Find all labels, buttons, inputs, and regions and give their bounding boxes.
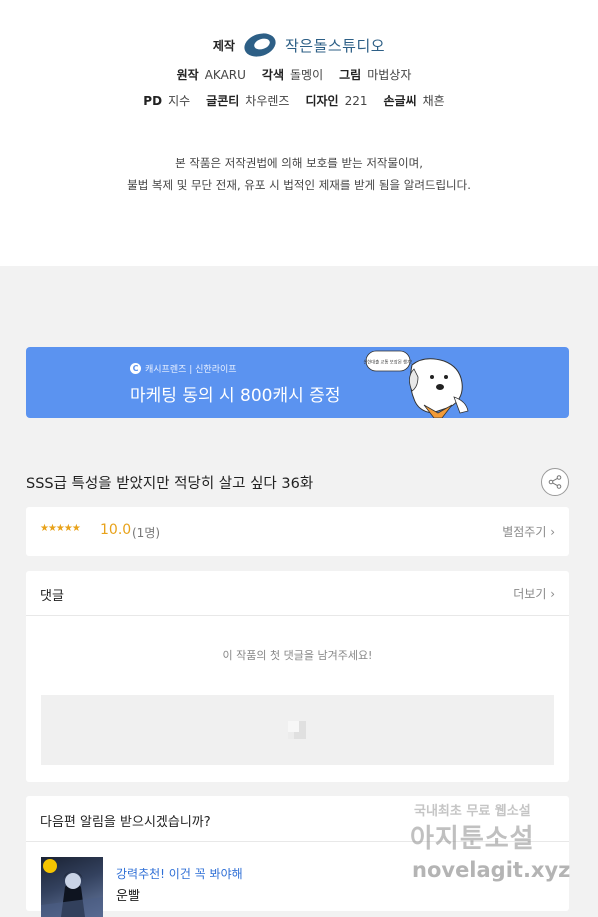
art-value: 마법상자 xyxy=(367,68,412,82)
recommendation-label[interactable]: 강력추천! 이건 꼭 봐야해 xyxy=(116,865,243,882)
lettering-label: 손글씨 xyxy=(383,94,417,108)
rating-card: ★★★★★ 10.0 (1명) 별점주기 › xyxy=(26,507,569,556)
comments-title: 댓글 xyxy=(40,589,64,604)
next-episode-question: 다음편 알림을 받으시겠습니까? xyxy=(40,815,211,830)
comments-card: 댓글 더보기 › 이 작품의 첫 댓글을 남겨주세요! xyxy=(26,571,569,782)
original-label: 원작 xyxy=(176,68,199,82)
cashfriends-icon: C xyxy=(130,363,141,374)
comment-placeholder-icon xyxy=(288,721,306,739)
divider xyxy=(26,841,569,842)
credits-section: 제작 작은돌스튜디오 원작 AKARU 각색 돌멩이 그림 마법상자 PD 지수… xyxy=(0,0,598,266)
rate-button[interactable]: 별점주기 › xyxy=(502,523,555,540)
comment-input-area[interactable] xyxy=(41,695,554,765)
recommendation-thumbnail[interactable] xyxy=(41,857,103,917)
episode-title: SSS급 특성을 받았지만 적당히 살고 싶다 36화 xyxy=(26,476,314,492)
studio-label: 제작 xyxy=(212,38,235,53)
next-episode-card: 다음편 알림을 받으시겠습니까? 강력추천! 이건 꼭 봐야해 운빨 xyxy=(26,796,569,917)
studio-row: 제작 작은돌스튜디오 xyxy=(0,32,598,58)
storyboard-label: 글콘티 xyxy=(206,94,240,108)
art-label: 그림 xyxy=(339,68,362,82)
design-label: 디자인 xyxy=(305,94,339,108)
badge-icon xyxy=(43,859,57,873)
pd-label: PD xyxy=(143,93,163,108)
credit-line-1: 원작 AKARU 각색 돌멩이 그림 마법상자 xyxy=(0,66,598,83)
recommendation-title[interactable]: 운빨 xyxy=(116,885,140,904)
share-button[interactable] xyxy=(541,468,569,496)
pd-value: 지수 xyxy=(168,94,191,108)
banner-brand: C 캐시프렌즈 | 신한라이프 xyxy=(130,362,237,375)
episode-title-row: SSS급 특성을 받았지만 적당히 살고 싶다 36화 xyxy=(26,468,569,498)
banner-headline: 마케팅 동의 시 800캐시 증정 xyxy=(130,386,341,406)
adaptation-value: 돌멩이 xyxy=(290,68,324,82)
credit-line-2: PD 지수 글콘티 차우렌즈 디자인 221 손글씨 채흔 xyxy=(0,92,598,109)
adaptation-label: 각색 xyxy=(261,68,284,82)
comments-empty-message: 이 작품의 첫 댓글을 남겨주세요! xyxy=(222,649,373,662)
ad-banner[interactable]: C 캐시프렌즈 | 신한라이프 마케팅 동의 시 800캐시 증정 신한대출 교… xyxy=(26,347,569,418)
comments-header: 댓글 더보기 › xyxy=(26,571,569,616)
design-value: 221 xyxy=(344,93,368,108)
banner-brand-text: 캐시프렌즈 | 신한라이프 xyxy=(145,365,237,375)
studio-logo-icon xyxy=(244,33,276,57)
rating-count: (1명) xyxy=(132,526,161,540)
studio-name: 작은돌스튜디오 xyxy=(284,36,386,55)
rating-stars: ★★★★★ xyxy=(40,523,81,534)
banner-bubble-text: 신한대출 교통 보장된 챙겨! xyxy=(363,359,413,366)
original-value: AKARU xyxy=(204,67,246,82)
rating-score: 10.0 xyxy=(100,522,132,538)
comments-more-button[interactable]: 더보기 › xyxy=(513,585,555,602)
dog-mascot-icon: 신한대출 교통 보장된 챙겨! xyxy=(363,350,469,418)
storyboard-value: 차우렌즈 xyxy=(245,94,290,108)
copyright-notice-line-2: 불법 복제 및 무단 전재, 유포 시 법적인 제재를 받게 됨을 알려드립니다… xyxy=(127,178,471,192)
lettering-value: 채흔 xyxy=(422,94,445,108)
share-icon xyxy=(548,475,562,489)
